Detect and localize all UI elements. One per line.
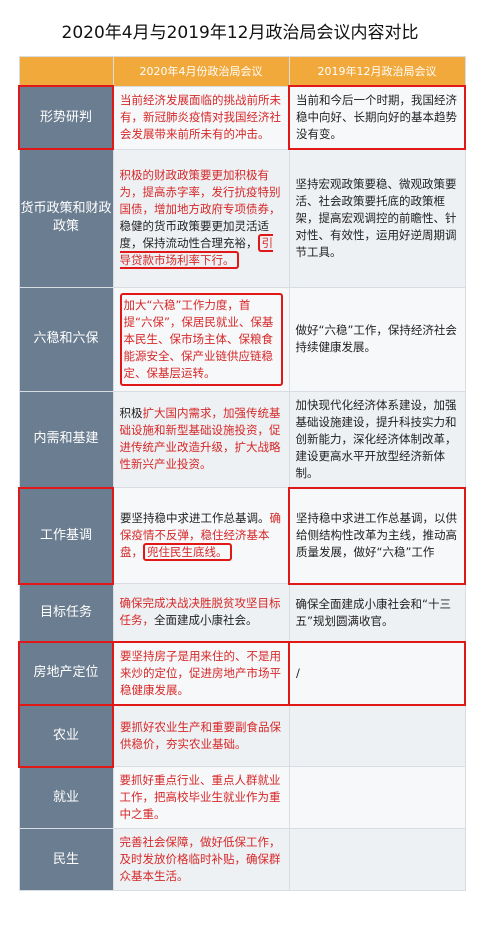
row-label: 货币政策和财政政策 [18, 148, 114, 288]
row-label: 目标任务 [18, 583, 114, 642]
table-row: 工作基调 要坚持稳中求进工作总基调。确保疫情不反弹，稳住经济基本盘， 兜住民生底线… [18, 486, 466, 585]
table-row: 内需和基建 积极扩大国内需求，加强传统基础设施和新型基础设施投资，促进传统产业改… [18, 390, 466, 488]
cell-text-red: 要抓好重点行业、重点人群就业工作，把高校毕业生就业作为重中之重。 [119, 773, 281, 821]
row-label: 民生 [18, 828, 114, 891]
table-row: 货币政策和财政政策 积极的财政政策要更加积极有为，提高赤字率，发行抗疫特别国债，… [18, 148, 466, 288]
cell-text: / [296, 665, 300, 680]
cell-text-red: 扩大国内需求，加强传统基础设施和新型基础设施投资，促进传统产业改造升级，扩大战略… [119, 406, 281, 472]
cell-2019 [288, 704, 466, 767]
cell-2019: 当前和今后一个时期，我国经济稳中向好、长期向好的基本趋势没有变。 [288, 85, 466, 150]
page-title: 2020年4月与2019年12月政治局会议内容对比 [61, 23, 419, 43]
comparison-table: 2020年4月份政治局会议 2019年12月政治局会议 形势研判 当前经济发展面… [18, 56, 466, 891]
cell-2019 [288, 828, 466, 891]
cell-2019: 做好“六稳”工作，保持经济社会持续健康发展。 [288, 286, 466, 392]
table-row: 农业 要抓好农业生产和重要副食品保供稳价，夯实农业基础。 [18, 703, 466, 768]
cell-2019: 坚持稳中求进工作总基调，以供给侧结构性改革为主线，推动高质量发展，做好“六稳”工… [288, 486, 466, 585]
row-label: 房地产定位 [18, 640, 114, 706]
cell-2019: 确保全面建成小康社会和“十三五”规划圆满收官。 [288, 583, 466, 642]
cell-text-red: 加大“六稳”工作力度，首提“六保”，保居民就业、保基本民生、保市场主体、保粮食能… [119, 292, 283, 386]
cell-2020: 要坚持房子是用来住的、不是用来炒的定位，促进房地产市场平稳健康发展。 [112, 640, 290, 706]
cell-text: 当前和今后一个时期，我国经济稳中向好、长期向好的基本趋势没有变。 [296, 93, 457, 141]
cell-text: 积极 [119, 406, 143, 421]
row-label: 农业 [18, 703, 114, 768]
cell-text: 要坚持稳中求进工作总基调。 [120, 511, 270, 525]
row-label: 工作基调 [18, 486, 114, 585]
cell-2019: / [288, 640, 466, 706]
cell-text: 确保全面建成小康社会和“十三五”规划圆满收官。 [295, 596, 451, 628]
cell-2020: 要抓好农业生产和重要副食品保供稳价，夯实农业基础。 [112, 704, 290, 767]
header-corner [18, 56, 114, 87]
table-row: 形势研判 当前经济发展面临的挑战前所未有，新冠肺炎疫情对我国经济社会发展带来前所… [18, 85, 466, 150]
table-row: 目标任务 确保完成决战决胜脱贫攻坚目标任务，全面建成小康社会。 确保全面建成小康… [18, 583, 466, 642]
row-label: 就业 [18, 766, 114, 829]
table-row: 房地产定位 要坚持房子是用来住的、不是用来炒的定位，促进房地产市场平稳健康发展。… [18, 640, 466, 706]
cell-2019: 坚持宏观政策要稳、微观政策要活、社会政策要托底的政策框架，提高宏观调控的前瞻性、… [288, 148, 466, 288]
cell-2020: 积极的财政政策要更加积极有为，提高赤字率，发行抗疫特别国债，增加地方政府专项债券… [112, 148, 290, 288]
cell-2020: 要抓好重点行业、重点人群就业工作，把高校毕业生就业作为重中之重。 [112, 766, 290, 829]
cell-text-highlight: 兜住民生底线。 [143, 543, 232, 561]
cell-text: 加快现代化经济体系建设，加强基础设施建设，提升科技实力和创新能力，深化经济体制改… [295, 397, 457, 480]
cell-text-red: 要坚持房子是用来住的、不是用来炒的定位，促进房地产市场平稳健康发展。 [120, 648, 281, 697]
cell-text-red: 完善社会保障，做好低保工作，及时发放价格临时补贴，确保群众基本生活。 [119, 835, 281, 883]
cell-text: 做好“六稳”工作，保持经济社会持续健康发展。 [295, 323, 457, 354]
row-label: 六稳和六保 [18, 286, 114, 392]
row-label: 形势研判 [18, 85, 114, 150]
cell-2020: 加大“六稳”工作力度，首提“六保”，保居民就业、保基本民生、保市场主体、保粮食能… [112, 286, 290, 392]
cell-2020: 积极扩大国内需求，加强传统基础设施和新型基础设施投资，促进传统产业改造升级，扩大… [112, 390, 290, 488]
cell-2020: 要坚持稳中求进工作总基调。确保疫情不反弹，稳住经济基本盘， 兜住民生底线。 [112, 487, 290, 584]
cell-text: 稳健的货币政策要更加灵活适度，保持流动性合理充裕， [119, 219, 270, 250]
header-col-2020: 2020年4月份政治局会议 [112, 56, 290, 87]
cell-text-red: 积极的财政政策要更加积极有为，提高赤字率，发行抗疫特别国债，增加地方政府专项债券… [119, 168, 281, 216]
cell-2020: 当前经济发展面临的挑战前所未有，新冠肺炎疫情对我国经济社会发展带来前所未有的冲击… [112, 85, 290, 150]
cell-2020: 完善社会保障，做好低保工作，及时发放价格临时补贴，确保群众基本生活。 [112, 828, 290, 891]
cell-text-red: 当前经济发展面临的挑战前所未有，新冠肺炎疫情对我国经济社会发展带来前所未有的冲击… [120, 93, 281, 141]
cell-2019: 加快现代化经济体系建设，加强基础设施建设，提升科技实力和创新能力，深化经济体制改… [288, 390, 466, 488]
table-row: 就业 要抓好重点行业、重点人群就业工作，把高校毕业生就业作为重中之重。 [18, 766, 466, 829]
cell-2020: 确保完成决战决胜脱贫攻坚目标任务，全面建成小康社会。 [112, 583, 290, 642]
page: 2020年4月与2019年12月政治局会议内容对比 2020年4月份政治局会议 … [4, 4, 476, 922]
table-row: 民生 完善社会保障，做好低保工作，及时发放价格临时补贴，确保群众基本生活。 [18, 828, 466, 891]
header-col-2019: 2019年12月政治局会议 [288, 56, 466, 87]
cell-2019 [288, 766, 466, 829]
table-header-row: 2020年4月份政治局会议 2019年12月政治局会议 [18, 56, 466, 87]
cell-text: 全面建成小康社会。 [154, 613, 258, 628]
table-row: 六稳和六保 加大“六稳”工作力度，首提“六保”，保居民就业、保基本民生、保市场主… [18, 286, 466, 392]
row-label: 内需和基建 [18, 390, 114, 488]
cell-text: 坚持宏观政策要稳、微观政策要活、社会政策要托底的政策框架，提高宏观调控的前瞻性、… [295, 176, 457, 259]
cell-text-red: 要抓好农业生产和重要副食品保供稳价，夯实农业基础。 [120, 719, 281, 751]
cell-text: 坚持稳中求进工作总基调，以供给侧结构性改革为主线，推动高质量发展，做好“六稳”工… [296, 511, 457, 559]
